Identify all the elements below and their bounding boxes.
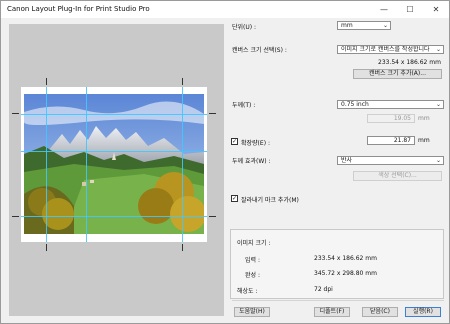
crop-mark [182, 244, 183, 251]
close-icon: ✕ [432, 5, 440, 14]
crop-mark [209, 216, 216, 217]
cut-marks-checkbox[interactable]: ✓ [231, 195, 238, 202]
border-width-value: 0.75 inch [341, 101, 369, 108]
crop-mark [12, 216, 19, 217]
crop-mark [46, 78, 47, 85]
border-mm-unit: mm [418, 115, 430, 122]
guide-line [21, 151, 207, 152]
input-size-label: 입력 : [245, 257, 260, 264]
canvas-size-select[interactable]: 이미지 크기로 캔버스를 작성합니다 ⌄ [337, 45, 444, 54]
border-effect-select[interactable]: 반사 ⌄ [337, 156, 444, 165]
unit-value: mm [341, 22, 353, 29]
guide-line [21, 114, 207, 115]
image-size-title: 이미지 크기 : [237, 240, 271, 247]
guide-line [46, 87, 47, 242]
close-button[interactable]: 닫음(C) [362, 307, 398, 317]
crop-mark [182, 78, 183, 85]
border-effect-value: 반사 [341, 157, 353, 164]
defaults-button[interactable]: 디폴트(F) [314, 307, 350, 317]
crop-mark [12, 113, 19, 114]
border-width-label: 두께(T) : [232, 102, 256, 109]
minimize-icon: — [380, 5, 388, 14]
minimize-button[interactable]: — [371, 1, 397, 18]
footer-divider [232, 300, 444, 301]
help-button[interactable]: 도움말(H) [234, 307, 270, 317]
plugin-window: Canon Layout Plug-In for Print Studio Pr… [0, 0, 450, 324]
guide-line [21, 216, 207, 217]
resolution-label: 해상도 : [237, 288, 258, 295]
border-effect-label: 두께 효과(W) : [232, 158, 271, 165]
chevron-down-icon: ⌄ [435, 157, 441, 164]
expand-input[interactable]: 21.87 [367, 136, 415, 145]
unit-label: 단위(U) : [232, 24, 257, 31]
expand-label: 확장량(E) : [241, 140, 270, 147]
guide-line [182, 87, 183, 242]
output-size-label: 완성 : [245, 272, 260, 279]
crop-mark [46, 244, 47, 251]
expand-checkbox[interactable]: ✓ [231, 138, 238, 145]
border-mm-field: 19.05 [367, 114, 415, 123]
maximize-icon: ☐ [406, 5, 414, 14]
input-size-value: 233.54 x 186.62 mm [314, 255, 377, 262]
cut-marks-label: 잘라내기 마크 추가(M) [241, 197, 299, 204]
unit-select[interactable]: mm ⌄ [337, 21, 391, 30]
add-canvas-size-button[interactable]: 캔버스 크기 추가(A)... [353, 69, 442, 79]
chevron-down-icon: ⌄ [435, 46, 441, 53]
maximize-button[interactable]: ☐ [397, 1, 423, 18]
preview-image [24, 94, 204, 234]
canvas-size-text: 233.54 x 186.62 mm [378, 59, 441, 66]
title-bar: Canon Layout Plug-In for Print Studio Pr… [1, 1, 449, 18]
output-size-value: 345.72 x 298.80 mm [314, 270, 377, 277]
landscape-image [24, 94, 204, 234]
resolution-value: 72 dpi [314, 286, 333, 293]
chevron-down-icon: ⌄ [435, 101, 441, 108]
canvas-size-label: 캔버스 크기 선택(S) : [232, 47, 287, 54]
border-width-select[interactable]: 0.75 inch ⌄ [337, 100, 444, 109]
crop-mark [209, 113, 216, 114]
color-select-button: 색상 선택(C)... [353, 171, 442, 181]
chevron-down-icon: ⌄ [382, 22, 388, 29]
close-window-button[interactable]: ✕ [423, 1, 449, 18]
window-title: Canon Layout Plug-In for Print Studio Pr… [7, 5, 150, 13]
guide-line [86, 87, 87, 242]
canvas-size-value: 이미지 크기로 캔버스를 작성합니다 [341, 46, 430, 53]
expand-unit: mm [418, 137, 430, 144]
execute-button[interactable]: 실행(R) [405, 307, 441, 317]
